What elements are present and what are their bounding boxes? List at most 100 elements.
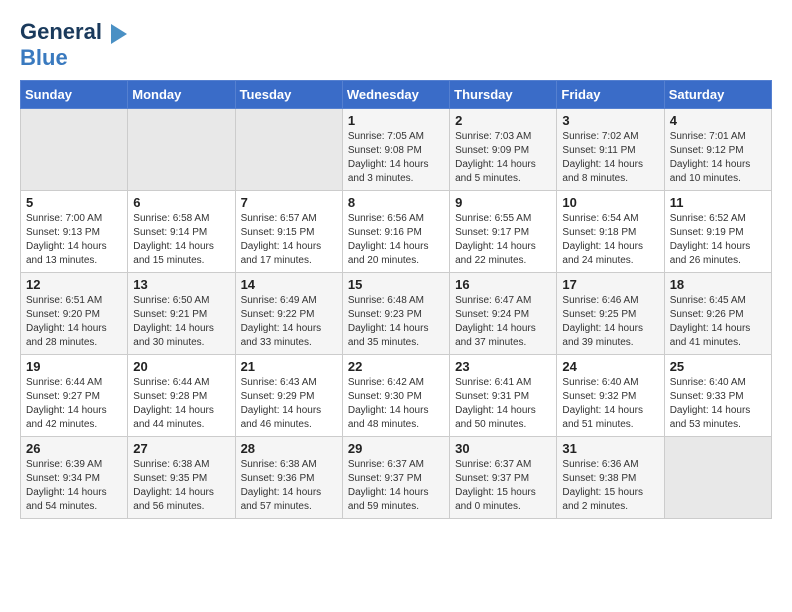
- calendar-cell: 31Sunrise: 6:36 AMSunset: 9:38 PMDayligh…: [557, 437, 664, 519]
- calendar-cell: 3 Sunrise: 7:02 AMSunset: 9:11 PMDaylight…: [557, 109, 664, 191]
- page-header: General Blue: [20, 20, 772, 70]
- calendar-cell: 6 Sunrise: 6:58 AMSunset: 9:14 PMDaylight…: [128, 191, 235, 273]
- day-number: 16: [455, 277, 551, 292]
- calendar-cell: 16 Sunrise: 6:47 AMSunset: 9:24 PMDayligh…: [450, 273, 557, 355]
- day-number: 2: [455, 113, 551, 128]
- day-number: 3: [562, 113, 658, 128]
- calendar-cell: 28 Sunrise: 6:38 AMSunset: 9:36 PMDayligh…: [235, 437, 342, 519]
- day-number: 30: [455, 441, 551, 456]
- day-number: 7: [241, 195, 337, 210]
- day-info: Sunrise: 6:56 AMSunset: 9:16 PMDaylight:…: [348, 212, 444, 268]
- weekday-header: Monday: [128, 81, 235, 109]
- weekday-header: Friday: [557, 81, 664, 109]
- day-info: Sunrise: 7:01 AMSunset: 9:12 PMDaylight:…: [670, 130, 766, 186]
- day-number: 9: [455, 195, 551, 210]
- day-number: 8: [348, 195, 444, 210]
- calendar-cell: 11 Sunrise: 6:52 AMSunset: 9:19 PMDayligh…: [664, 191, 771, 273]
- calendar-cell: 23Sunrise: 6:41 AMSunset: 9:31 PMDayligh…: [450, 355, 557, 437]
- day-number: 18: [670, 277, 766, 292]
- day-number: 25: [670, 359, 766, 374]
- day-info: Sunrise: 6:52 AMSunset: 9:19 PMDaylight:…: [670, 212, 766, 268]
- day-info: Sunrise: 6:42 AMSunset: 9:30 PMDaylight:…: [348, 376, 444, 432]
- day-number: 28: [241, 441, 337, 456]
- day-info: Sunrise: 6:40 AMSunset: 9:32 PMDaylight:…: [562, 376, 658, 432]
- calendar-cell: 18Sunrise: 6:45 AMSunset: 9:26 PMDayligh…: [664, 273, 771, 355]
- day-info: Sunrise: 6:49 AMSunset: 9:22 PMDaylight:…: [241, 294, 337, 350]
- day-info: Sunrise: 6:38 AMSunset: 9:35 PMDaylight:…: [133, 458, 229, 514]
- day-info: Sunrise: 6:47 AMSunset: 9:24 PMDaylight:…: [455, 294, 551, 350]
- calendar-cell: 2 Sunrise: 7:03 AMSunset: 9:09 PMDaylight…: [450, 109, 557, 191]
- calendar-week-row: 5 Sunrise: 7:00 AMSunset: 9:13 PMDaylight…: [21, 191, 772, 273]
- weekday-header: Sunday: [21, 81, 128, 109]
- calendar-cell: 27Sunrise: 6:38 AMSunset: 9:35 PMDayligh…: [128, 437, 235, 519]
- day-info: Sunrise: 6:48 AMSunset: 9:23 PMDaylight:…: [348, 294, 444, 350]
- day-number: 10: [562, 195, 658, 210]
- calendar-cell: 25 Sunrise: 6:40 AMSunset: 9:33 PMDayligh…: [664, 355, 771, 437]
- day-info: Sunrise: 6:50 AMSunset: 9:21 PMDaylight:…: [133, 294, 229, 350]
- day-number: 11: [670, 195, 766, 210]
- day-info: Sunrise: 6:57 AMSunset: 9:15 PMDaylight:…: [241, 212, 337, 268]
- calendar-week-row: 26 Sunrise: 6:39 AMSunset: 9:34 PMDayligh…: [21, 437, 772, 519]
- calendar-cell: [128, 109, 235, 191]
- calendar-week-row: 19 Sunrise: 6:44 AMSunset: 9:27 PMDayligh…: [21, 355, 772, 437]
- calendar-cell: [21, 109, 128, 191]
- calendar-cell: 14 Sunrise: 6:49 AMSunset: 9:22 PMDayligh…: [235, 273, 342, 355]
- day-number: 13: [133, 277, 229, 292]
- day-number: 29: [348, 441, 444, 456]
- calendar-cell: 1 Sunrise: 7:05 AMSunset: 9:08 PMDaylight…: [342, 109, 449, 191]
- day-info: Sunrise: 6:44 AMSunset: 9:27 PMDaylight:…: [26, 376, 122, 432]
- day-number: 14: [241, 277, 337, 292]
- calendar-week-row: 12 Sunrise: 6:51 AMSunset: 9:20 PMDayligh…: [21, 273, 772, 355]
- day-number: 12: [26, 277, 122, 292]
- weekday-header: Thursday: [450, 81, 557, 109]
- calendar-cell: 17 Sunrise: 6:46 AMSunset: 9:25 PMDayligh…: [557, 273, 664, 355]
- calendar-cell: 22 Sunrise: 6:42 AMSunset: 9:30 PMDayligh…: [342, 355, 449, 437]
- calendar-cell: [235, 109, 342, 191]
- day-info: Sunrise: 6:46 AMSunset: 9:25 PMDaylight:…: [562, 294, 658, 350]
- day-info: Sunrise: 7:02 AMSunset: 9:11 PMDaylight:…: [562, 130, 658, 186]
- day-info: Sunrise: 6:39 AMSunset: 9:34 PMDaylight:…: [26, 458, 122, 514]
- weekday-header: Tuesday: [235, 81, 342, 109]
- day-number: 21: [241, 359, 337, 374]
- day-number: 5: [26, 195, 122, 210]
- day-number: 6: [133, 195, 229, 210]
- calendar-cell: 5 Sunrise: 7:00 AMSunset: 9:13 PMDaylight…: [21, 191, 128, 273]
- calendar-table: SundayMondayTuesdayWednesdayThursdayFrid…: [20, 80, 772, 519]
- calendar-cell: 10 Sunrise: 6:54 AMSunset: 9:18 PMDayligh…: [557, 191, 664, 273]
- calendar-cell: 7 Sunrise: 6:57 AMSunset: 9:15 PMDaylight…: [235, 191, 342, 273]
- day-info: Sunrise: 6:37 AMSunset: 9:37 PMDaylight:…: [455, 458, 551, 514]
- day-info: Sunrise: 6:44 AMSunset: 9:28 PMDaylight:…: [133, 376, 229, 432]
- day-number: 26: [26, 441, 122, 456]
- calendar-cell: 13 Sunrise: 6:50 AMSunset: 9:21 PMDayligh…: [128, 273, 235, 355]
- logo-text: General: [20, 20, 127, 46]
- calendar-cell: 4Sunrise: 7:01 AMSunset: 9:12 PMDaylight…: [664, 109, 771, 191]
- day-number: 31: [562, 441, 658, 456]
- day-info: Sunrise: 6:51 AMSunset: 9:20 PMDaylight:…: [26, 294, 122, 350]
- calendar-header: SundayMondayTuesdayWednesdayThursdayFrid…: [21, 81, 772, 109]
- logo-arrow-icon: [111, 24, 127, 44]
- day-number: 17: [562, 277, 658, 292]
- day-info: Sunrise: 6:38 AMSunset: 9:36 PMDaylight:…: [241, 458, 337, 514]
- logo-general: General: [20, 19, 102, 44]
- day-info: Sunrise: 6:40 AMSunset: 9:33 PMDaylight:…: [670, 376, 766, 432]
- weekday-header: Wednesday: [342, 81, 449, 109]
- day-info: Sunrise: 6:58 AMSunset: 9:14 PMDaylight:…: [133, 212, 229, 268]
- day-info: Sunrise: 7:05 AMSunset: 9:08 PMDaylight:…: [348, 130, 444, 186]
- calendar-cell: 12 Sunrise: 6:51 AMSunset: 9:20 PMDayligh…: [21, 273, 128, 355]
- weekday-header: Saturday: [664, 81, 771, 109]
- day-number: 19: [26, 359, 122, 374]
- day-number: 1: [348, 113, 444, 128]
- day-number: 15: [348, 277, 444, 292]
- calendar-cell: [664, 437, 771, 519]
- day-info: Sunrise: 6:43 AMSunset: 9:29 PMDaylight:…: [241, 376, 337, 432]
- logo-blue: Blue: [20, 46, 127, 70]
- header-row: SundayMondayTuesdayWednesdayThursdayFrid…: [21, 81, 772, 109]
- day-info: Sunrise: 7:03 AMSunset: 9:09 PMDaylight:…: [455, 130, 551, 186]
- calendar-week-row: 1 Sunrise: 7:05 AMSunset: 9:08 PMDaylight…: [21, 109, 772, 191]
- day-number: 22: [348, 359, 444, 374]
- logo: General Blue: [20, 20, 127, 70]
- day-info: Sunrise: 7:00 AMSunset: 9:13 PMDaylight:…: [26, 212, 122, 268]
- day-info: Sunrise: 6:54 AMSunset: 9:18 PMDaylight:…: [562, 212, 658, 268]
- calendar-cell: 15 Sunrise: 6:48 AMSunset: 9:23 PMDayligh…: [342, 273, 449, 355]
- calendar-cell: 24Sunrise: 6:40 AMSunset: 9:32 PMDayligh…: [557, 355, 664, 437]
